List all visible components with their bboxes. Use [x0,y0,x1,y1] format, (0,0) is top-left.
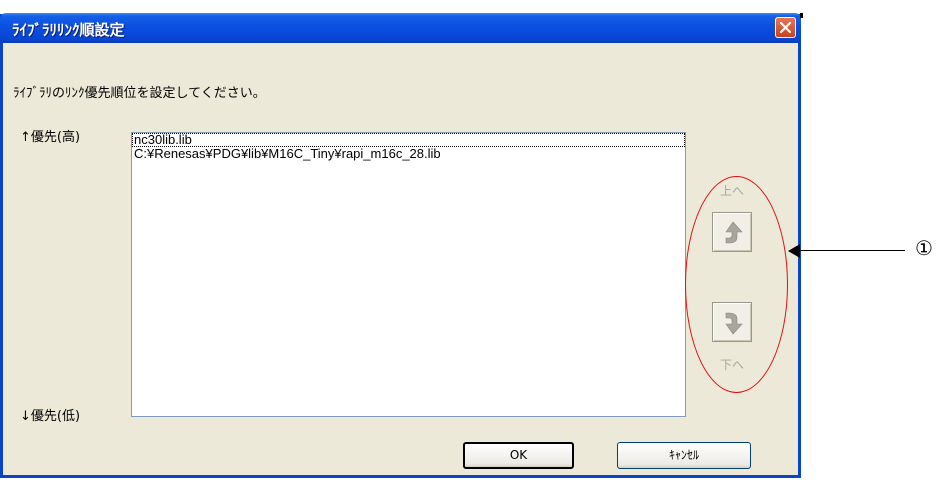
callout-arrowhead [788,244,800,258]
priority-low-label: ↓優先(低) [20,409,81,424]
priority-high-label: ↑優先(高) [20,130,81,145]
callout-line [795,250,905,251]
dialog-title: ﾗｲﾌﾞﾗﾘﾘﾝｸ順設定 [12,21,125,39]
callout-number: ① [915,236,933,260]
ok-button[interactable]: OK [463,442,574,469]
cancel-button[interactable]: ｷｬﾝｾﾙ [617,442,751,469]
title-bar[interactable]: ﾗｲﾌﾞﾗﾘﾘﾝｸ順設定 [0,13,801,43]
close-button[interactable] [775,17,796,38]
window-edge-mark [800,13,803,18]
list-item[interactable]: nc30lib.lib [132,133,685,147]
list-item[interactable]: C:¥Renesas¥PDG¥lib¥M16C_Tiny¥rapi_m16c_2… [132,147,685,161]
instruction-text: ﾗｲﾌﾞﾗﾘのﾘﾝｸ優先順位を設定してください。 [13,86,266,101]
highlight-oval [685,176,788,393]
library-list[interactable]: nc30lib.lib C:¥Renesas¥PDG¥lib¥M16C_Tiny… [131,132,686,417]
close-icon [779,21,792,34]
